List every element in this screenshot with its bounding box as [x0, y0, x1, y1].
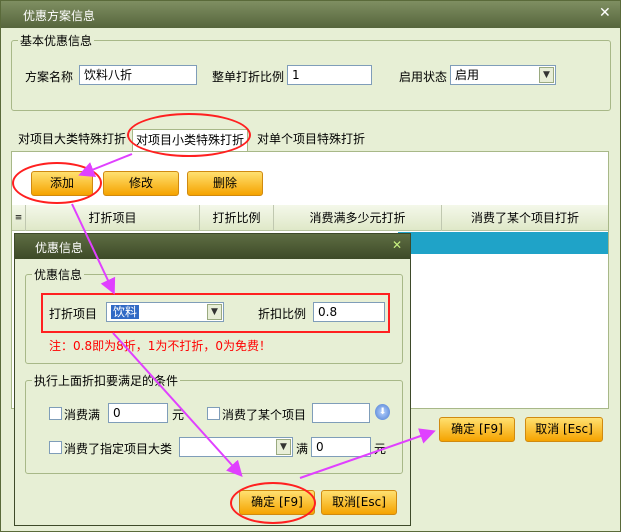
basic-info-legend: 基本优惠信息	[20, 34, 93, 48]
rate-input[interactable]: 0.8	[313, 302, 385, 322]
dialog-title-bar: 优惠信息 ✕	[15, 234, 410, 259]
delete-button[interactable]: 删除	[187, 171, 263, 196]
consumed-item-label: 消费了某个项目	[222, 408, 307, 422]
plan-name-input[interactable]: 饮料八折	[79, 65, 197, 85]
spend-label: 消费满	[64, 408, 101, 422]
col-spend-threshold[interactable]: 消费满多少元打折	[274, 205, 442, 231]
yuan2-label: 元	[374, 442, 387, 456]
spend-input[interactable]: 0	[108, 403, 168, 423]
tab-category[interactable]: 对项目大类特殊打折	[15, 129, 129, 151]
man-input[interactable]: 0	[311, 437, 371, 457]
chevron-down-icon[interactable]: ▼	[276, 439, 291, 455]
status-select-value: 启用	[455, 68, 480, 82]
man-label: 满	[296, 442, 309, 456]
lookup-down-icon[interactable]: ⬇	[375, 404, 390, 420]
discount-note: 注：0.8即为8折，1为不打折，0为免费！	[49, 339, 271, 353]
ratio-input[interactable]: 1	[287, 65, 372, 85]
row-indicator-icon: ≡	[12, 205, 26, 231]
chevron-down-icon[interactable]: ▼	[539, 67, 554, 83]
ratio-label: 整单打折比例	[212, 70, 285, 84]
col-discount-ratio[interactable]: 打折比例	[200, 205, 274, 231]
condition-group: 执行上面折扣要满足的条件	[25, 372, 403, 474]
title-bar: 优惠方案信息 ✕	[1, 1, 620, 28]
condition-legend: 执行上面折扣要满足的条件	[34, 374, 179, 388]
discount-item-value: 饮料	[111, 305, 140, 319]
edit-button[interactable]: 修改	[103, 171, 179, 196]
status-label: 启用状态	[399, 70, 448, 84]
consumed-item-checkbox[interactable]	[207, 407, 220, 420]
tab-subcategory[interactable]: 对项目小类特殊打折	[132, 129, 249, 152]
col-discount-item[interactable]: 打折项目	[26, 205, 200, 231]
plan-name-label: 方案名称	[25, 70, 74, 84]
dialog-ok-button[interactable]: 确定 [F9]	[239, 490, 315, 515]
chevron-down-icon[interactable]: ▼	[207, 304, 222, 320]
discount-dialog: 优惠信息 ✕ 优惠信息 打折项目 饮料 ▼ 折扣比例 0.8 注：0.8即为8折…	[14, 233, 411, 526]
consumed-category-select[interactable]: ▼	[179, 437, 293, 457]
cancel-button[interactable]: 取消 [Esc]	[525, 417, 603, 442]
window-title: 优惠方案信息	[23, 9, 96, 23]
close-icon[interactable]: ✕	[599, 5, 611, 21]
yuan-label: 元	[172, 408, 185, 422]
consumed-category-checkbox[interactable]	[49, 441, 62, 454]
discount-item-select[interactable]: 饮料 ▼	[106, 302, 224, 322]
discount-info-legend: 优惠信息	[34, 268, 83, 282]
rate-label: 折扣比例	[258, 307, 307, 321]
add-button[interactable]: 添加	[31, 171, 93, 196]
dialog-close-icon[interactable]: ✕	[392, 238, 402, 252]
status-select[interactable]: 启用 ▼	[450, 65, 556, 85]
dialog-title: 优惠信息	[35, 241, 84, 255]
ok-button[interactable]: 确定 [F9]	[439, 417, 515, 442]
tab-single-item[interactable]: 对单个项目特殊打折	[254, 129, 368, 151]
spend-checkbox[interactable]	[49, 407, 62, 420]
consumed-item-input[interactable]	[312, 403, 370, 423]
table-row[interactable]	[398, 232, 608, 254]
dialog-cancel-button[interactable]: 取消[Esc]	[321, 490, 397, 515]
col-consumed-item[interactable]: 消费了某个项目打折	[442, 205, 608, 231]
discount-item-label: 打折项目	[49, 307, 98, 321]
consumed-category-label: 消费了指定项目大类	[64, 442, 173, 456]
